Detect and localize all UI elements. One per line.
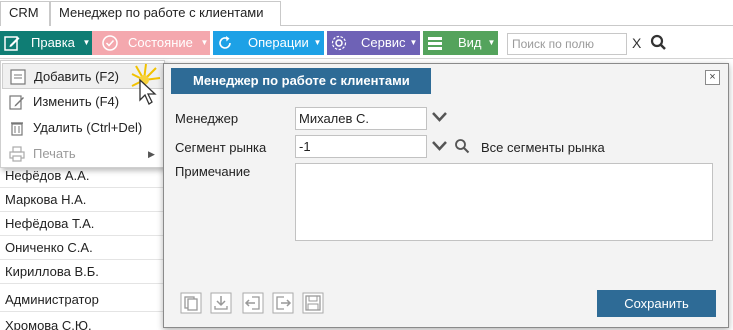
list-item[interactable]: Хромова С.Ю.: [0, 314, 163, 330]
edit-icon: [0, 31, 24, 55]
menu-item-print[interactable]: Печать ▶: [2, 141, 164, 167]
search-icon[interactable]: [650, 34, 667, 54]
chevron-down-icon[interactable]: [432, 111, 447, 126]
view-label: Вид: [458, 35, 482, 50]
tab-bar: CRM Менеджер по работе с клиентами ×: [0, 0, 733, 42]
trash-icon: [8, 119, 26, 137]
list-item[interactable]: Нефёдова Т.А.: [0, 212, 163, 236]
download-icon[interactable]: [210, 292, 232, 314]
menu-item-label: Удалить (Ctrl+Del): [33, 120, 143, 135]
operations-menu-button[interactable]: Операции ▼: [213, 31, 324, 55]
view-menu-button[interactable]: Вид ▼: [423, 31, 498, 55]
chevron-down-icon: ▼: [409, 38, 418, 47]
import-icon[interactable]: [242, 292, 264, 314]
chevron-down-icon: ▼: [313, 38, 322, 47]
manager-select[interactable]: Михалев С.: [295, 107, 427, 130]
search-icon[interactable]: [454, 138, 470, 157]
operations-label: Операции: [248, 35, 309, 50]
search-input[interactable]: Поиск по полю: [507, 33, 627, 55]
tab-crm[interactable]: CRM: [0, 1, 50, 26]
tab-label: Менеджер по работе с клиентами: [59, 5, 264, 20]
menu-item-delete[interactable]: Удалить (Ctrl+Del): [2, 115, 164, 141]
menu-item-label: Добавить (F2): [34, 69, 119, 84]
chevron-down-icon: ▼: [200, 38, 209, 47]
menu-item-label: Печать: [33, 146, 76, 161]
save-disk-icon[interactable]: [302, 292, 324, 314]
view-list-icon: [423, 31, 447, 55]
submenu-arrow-icon: ▶: [148, 149, 155, 159]
manager-label: Менеджер: [175, 111, 239, 126]
list-item[interactable]: Ониченко С.А.: [0, 236, 163, 260]
service-menu-button[interactable]: Сервис ▼: [327, 31, 420, 55]
chevron-down-icon[interactable]: [432, 140, 447, 155]
dialog-title: Менеджер по работе с клиентами: [171, 68, 431, 94]
chevron-down-icon: ▼: [82, 38, 91, 47]
export-icon[interactable]: [272, 292, 294, 314]
segment-name: Все сегменты рынка: [481, 140, 605, 155]
client-manager-dialog: Менеджер по работе с клиентами × Менедже…: [163, 63, 729, 328]
note-label: Примечание: [175, 164, 251, 179]
toolbar: Правка ▼ Состояние ▼ Операции ▼ Сервис ▼…: [0, 27, 733, 59]
printer-icon: [8, 145, 26, 163]
check-circle-icon: [98, 31, 122, 55]
list-item[interactable]: Маркова Н.А.: [0, 188, 163, 212]
segment-select[interactable]: -1: [295, 135, 427, 158]
tab-label: CRM: [9, 5, 39, 20]
service-label: Сервис: [361, 35, 406, 50]
dialog-close-button[interactable]: ×: [705, 70, 720, 85]
clear-search-button[interactable]: X: [632, 35, 641, 51]
chevron-down-icon: ▼: [487, 38, 496, 47]
pencil-icon: [8, 93, 26, 111]
refresh-icon: [213, 31, 237, 55]
state-menu-button[interactable]: Состояние ▼: [92, 31, 210, 55]
copy-icon[interactable]: [180, 292, 202, 314]
save-button[interactable]: Сохранить: [597, 290, 716, 317]
list-item[interactable]: Администратор: [0, 288, 163, 312]
edit-label: Правка: [31, 35, 75, 50]
state-label: Состояние: [128, 35, 193, 50]
menu-item-label: Изменить (F4): [33, 94, 120, 109]
mouse-cursor-icon: [128, 60, 168, 108]
list-item[interactable]: Кириллова В.Б.: [0, 260, 163, 284]
add-doc-icon: [9, 68, 27, 86]
note-textarea[interactable]: [295, 163, 713, 241]
gear-icon: [327, 31, 351, 55]
edit-menu-button[interactable]: Правка ▼: [0, 31, 94, 55]
tab-client-manager[interactable]: Менеджер по работе с клиентами ×: [50, 1, 281, 42]
segment-label: Сегмент рынка: [175, 140, 267, 155]
